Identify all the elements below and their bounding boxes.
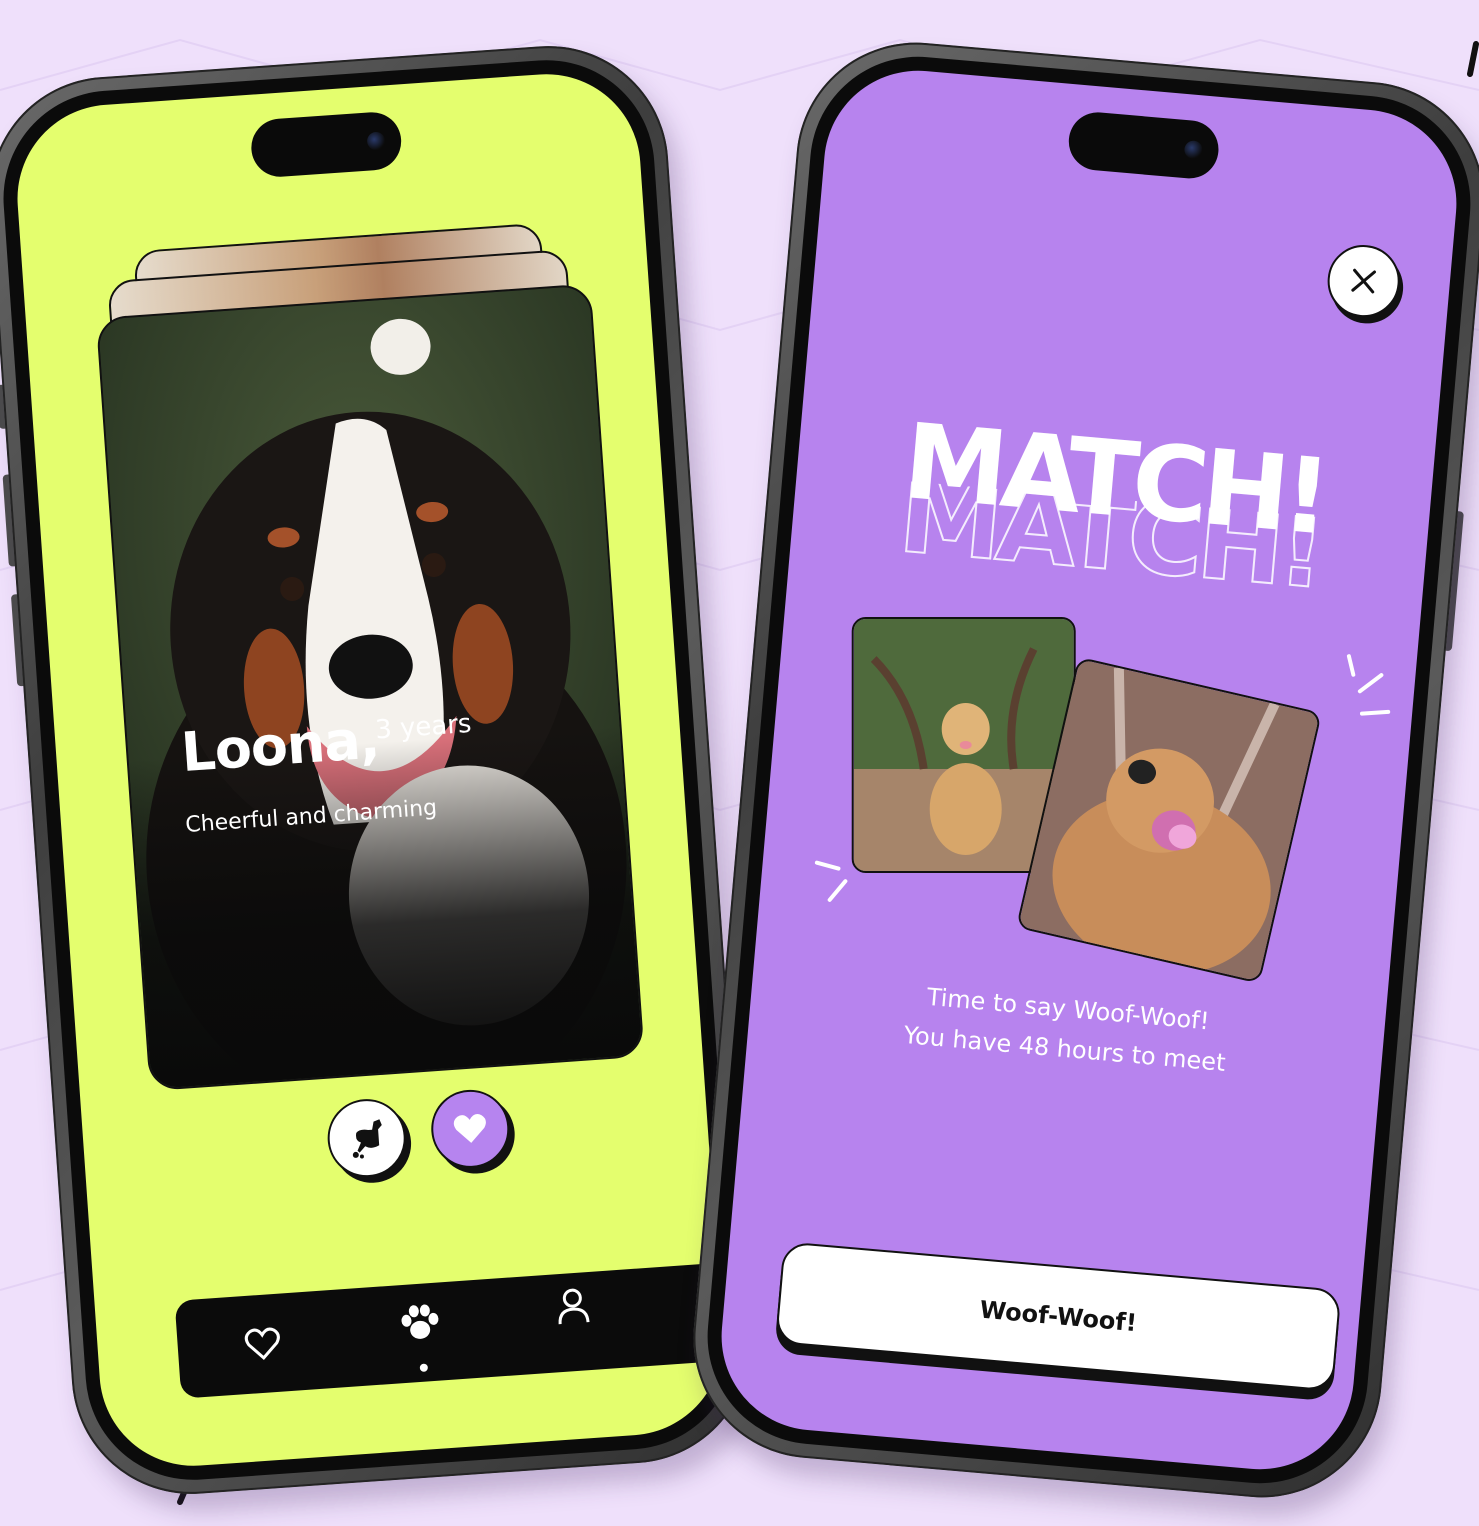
phone-left: Loona, 3 years Cheerful and charming bbox=[0, 38, 759, 1502]
swipe-screen: Loona, 3 years Cheerful and charming bbox=[11, 67, 729, 1473]
tab-likes[interactable] bbox=[236, 1317, 289, 1370]
tab-profile[interactable] bbox=[546, 1279, 599, 1332]
close-icon bbox=[1351, 268, 1376, 294]
match-screen: MATCH! MATCH! Time to say Woof-Woof! You… bbox=[713, 62, 1465, 1478]
phone-right: MATCH! MATCH! Time to say Woof-Woof! You… bbox=[683, 32, 1479, 1508]
tab-discover[interactable] bbox=[393, 1296, 446, 1349]
dynamic-island bbox=[249, 110, 404, 179]
heart-outline-icon bbox=[244, 1327, 280, 1360]
heart-icon bbox=[453, 1114, 486, 1143]
close-button[interactable] bbox=[1324, 242, 1403, 321]
spark-decoration bbox=[1346, 654, 1391, 716]
paw-icon bbox=[401, 1304, 439, 1339]
woof-woof-button[interactable]: Woof-Woof! bbox=[774, 1241, 1342, 1392]
spark-decoration-corner bbox=[1467, 41, 1479, 77]
pooping-dog-icon bbox=[352, 1119, 382, 1159]
person-icon bbox=[558, 1288, 590, 1325]
nope-button[interactable] bbox=[325, 1096, 409, 1180]
spark-decoration bbox=[814, 860, 848, 902]
active-tab-indicator bbox=[419, 1363, 429, 1372]
bottom-tab-bar bbox=[174, 1259, 729, 1399]
profile-card[interactable] bbox=[95, 283, 645, 1092]
dynamic-island bbox=[1066, 109, 1221, 181]
like-button[interactable] bbox=[428, 1087, 512, 1171]
